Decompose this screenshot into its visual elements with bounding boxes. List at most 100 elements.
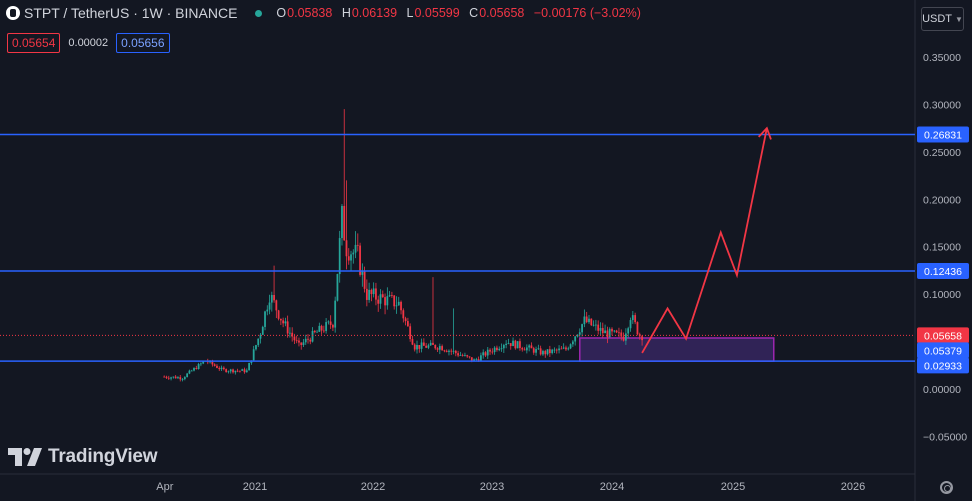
candle-body (186, 373, 189, 378)
candle-body (597, 324, 600, 331)
candle-body (519, 341, 521, 348)
candle-body (461, 355, 464, 356)
candle-body (502, 345, 505, 349)
candle-body (257, 338, 260, 346)
candle-body (578, 332, 581, 335)
candle-body (544, 351, 547, 355)
level-badge-bottom: 0.02933 (917, 357, 969, 374)
candle-body (190, 370, 193, 372)
candle-body (450, 350, 453, 352)
candle-body (466, 355, 469, 357)
time-tick-label: Apr (156, 481, 173, 493)
candle-body (381, 294, 384, 298)
candle-body (496, 347, 498, 351)
ohlc-values: O0.05838 H0.06139 L0.05599 C0.05658 −0.0… (276, 6, 646, 20)
candle-body (567, 348, 570, 350)
price-chart[interactable]: 0.35000 0.30000 0.25000 0.20000 0.15000 0.100… (0, 0, 972, 501)
candle-body (388, 295, 391, 297)
candle-body (391, 295, 393, 296)
candle-body (581, 324, 583, 333)
candle-body (229, 369, 232, 372)
candle-body (220, 367, 223, 370)
candle-body (436, 348, 439, 350)
level-badge-mid: 0.12436 (917, 263, 969, 280)
candle-body (336, 274, 339, 301)
candle-body (425, 345, 428, 348)
candle-body (468, 356, 471, 358)
candle-body (611, 328, 613, 332)
candle-body (177, 377, 179, 379)
candle-body (404, 318, 407, 322)
symbol-title[interactable]: STPT / TetherUS · 1W · BINANCE (24, 5, 237, 21)
candle-body (318, 325, 321, 332)
candle-body (459, 355, 462, 356)
candle-body (181, 379, 184, 380)
candle-body (293, 336, 296, 341)
low-value: 0.05599 (414, 6, 460, 20)
candle-body (528, 345, 531, 348)
candle-body (445, 350, 448, 352)
candle-body (532, 348, 535, 353)
candle-body (441, 346, 444, 351)
candle-body (615, 330, 618, 333)
candle-body (218, 367, 221, 370)
zone-top-badge: 0.05379 (917, 342, 969, 359)
current-price-badge: 0.05658 (917, 327, 969, 344)
low-label: L (406, 6, 414, 20)
candle-body (307, 338, 309, 340)
candle-body (193, 368, 195, 371)
candle-body (411, 339, 414, 345)
candle-body (493, 347, 496, 353)
candle-body (322, 330, 325, 332)
candle-body (406, 321, 409, 327)
candle-body (525, 347, 528, 351)
candle-body (236, 370, 239, 372)
candle-body (634, 315, 637, 323)
candle-body (163, 376, 166, 378)
candle-body (432, 342, 434, 345)
candle-body (245, 370, 248, 373)
candle-body (562, 347, 565, 349)
candle-body (275, 300, 278, 311)
candle-body (174, 376, 177, 379)
buy-button[interactable]: 0.05656 (116, 33, 170, 53)
candle-body (590, 318, 593, 326)
candle-body (604, 330, 606, 334)
settings-icon[interactable] (940, 481, 953, 494)
candle-body (530, 345, 533, 349)
candle-body (248, 363, 250, 371)
price-tick-label: −0.05000 (923, 431, 967, 443)
price-tick-label: 0.25000 (923, 147, 961, 159)
candle-body (334, 300, 337, 328)
candle-body (368, 289, 371, 300)
candle-body (179, 377, 182, 380)
candle-body (402, 310, 405, 319)
close-label: C (469, 6, 479, 20)
high-value: 0.06139 (351, 6, 398, 20)
candle-body (225, 369, 228, 372)
candle-body (397, 301, 400, 306)
candle-body (266, 309, 269, 312)
time-tick-label: 2023 (480, 481, 504, 493)
stpt-coin-icon (6, 6, 20, 20)
accumulation-zone (579, 337, 775, 362)
candle-body (379, 294, 382, 304)
candle-body (641, 336, 643, 341)
candle-body (213, 364, 216, 366)
candle-body (574, 336, 577, 342)
candle-body (264, 311, 266, 327)
candle-body (282, 320, 285, 324)
candle-body (309, 339, 312, 342)
candle-body (400, 301, 402, 311)
candle-body (241, 369, 244, 371)
candle-body (627, 328, 630, 334)
candle-body (329, 321, 332, 325)
candle-body (313, 330, 316, 333)
candle-body (622, 336, 625, 341)
candle-body (279, 318, 282, 321)
sell-button[interactable]: 0.05654 (7, 33, 61, 53)
candle-body (618, 332, 620, 334)
tradingview-logo[interactable]: TradingView (8, 446, 158, 468)
high-label: H (341, 6, 351, 20)
currency-selector[interactable]: USDT ▼ (921, 7, 964, 31)
